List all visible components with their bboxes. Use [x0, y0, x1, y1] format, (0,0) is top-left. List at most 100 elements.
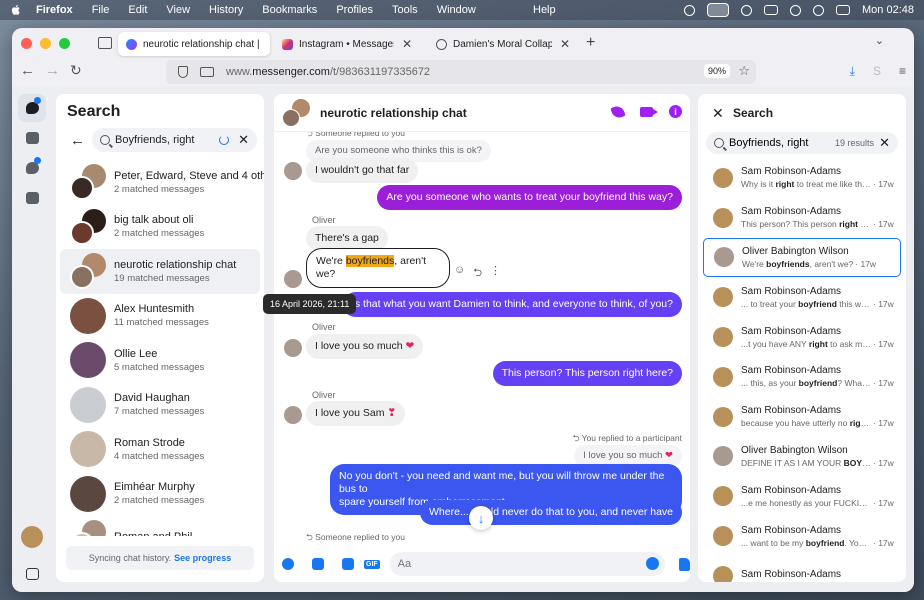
- search-result-item[interactable]: Sam Robinson-Adams ...t you have ANY righ…: [703, 317, 901, 357]
- gif-icon[interactable]: GIF: [364, 559, 380, 569]
- menu-file[interactable]: File: [92, 4, 110, 16]
- phone-icon[interactable]: [610, 104, 626, 120]
- clear-search-icon[interactable]: ✕: [879, 135, 890, 151]
- menu-history[interactable]: History: [209, 4, 243, 16]
- message-outgoing[interactable]: This person? This person right here?: [492, 361, 682, 387]
- tab-manager-icon[interactable]: [98, 37, 112, 49]
- downloads-icon[interactable]: ⤓: [850, 64, 855, 79]
- menu-tools[interactable]: Tools: [392, 4, 418, 16]
- sticker-icon[interactable]: [342, 558, 354, 570]
- focus-icon[interactable]: [684, 4, 696, 16]
- chats-nav-button[interactable]: [18, 94, 46, 122]
- tab-instagram[interactable]: Instagram • Messages ✕: [274, 32, 420, 56]
- conversation-item[interactable]: Roman and Phil: [60, 516, 260, 536]
- reply-arrow-icon[interactable]: ⮌: [473, 264, 482, 283]
- scroll-to-bottom-button[interactable]: ↓: [469, 506, 493, 530]
- conversation-search-input[interactable]: [115, 134, 225, 146]
- headphones-icon[interactable]: [790, 4, 802, 16]
- search-result-item[interactable]: Sam Robinson-Adams ...e me honestly as yo…: [703, 476, 901, 516]
- react-emoji-icon[interactable]: ☺: [454, 264, 465, 283]
- sidebar-toggle-button[interactable]: [18, 560, 46, 588]
- conversation-item[interactable]: big talk about oli 2 matched messages: [60, 205, 260, 250]
- search-result-item[interactable]: Sam Robinson-Adams... this, as your boyf…: [703, 357, 901, 397]
- tab-list-chevron-icon[interactable]: ⌄: [875, 34, 884, 47]
- minimize-window-button[interactable]: [40, 37, 51, 49]
- oliver-avatar[interactable]: [284, 406, 302, 424]
- conversation-item[interactable]: Peter, Edward, Steve and 4 others2 match…: [60, 160, 264, 205]
- menubar-clock[interactable]: Mon 02:48: [862, 4, 914, 16]
- search-result-item[interactable]: Sam Robinson-Adams... to treat your boyf…: [703, 277, 901, 317]
- forward-button[interactable]: →: [45, 62, 60, 79]
- permissions-icon[interactable]: [200, 67, 214, 77]
- conversation-item[interactable]: Alex Huntesmith 11 matched messages: [60, 294, 260, 339]
- fullscreen-window-button[interactable]: [59, 37, 70, 49]
- message-outgoing[interactable]: Where... would never do that to you, and…: [420, 500, 682, 526]
- conversation-item[interactable]: David Haughan 7 matched messages: [60, 383, 260, 428]
- battery-icon[interactable]: [764, 5, 779, 15]
- menu-profiles[interactable]: Profiles: [336, 4, 373, 16]
- address-bar[interactable]: www.messenger.com/t/983631197335672 90% …: [166, 60, 756, 84]
- close-tab-icon[interactable]: ✕: [402, 37, 412, 51]
- search-result-item[interactable]: Sam Robinson-Adams... want to be my boyf…: [703, 516, 901, 556]
- account-icon[interactable]: S: [873, 64, 881, 79]
- reload-button[interactable]: ↻: [70, 62, 82, 79]
- message-outgoing[interactable]: Are you someone who wants to treat your …: [377, 185, 682, 211]
- plus-icon[interactable]: [282, 558, 294, 570]
- more-options-icon[interactable]: ⋮: [490, 264, 501, 283]
- menu-edit[interactable]: Edit: [128, 4, 147, 16]
- search-result-item[interactable]: Oliver Babington Wilson We're boyfriends,…: [703, 237, 901, 278]
- oliver-avatar[interactable]: [284, 162, 302, 180]
- clear-search-icon[interactable]: ✕: [238, 132, 249, 148]
- url-text[interactable]: www.messenger.com/t/983631197335672: [226, 66, 430, 78]
- eye-icon[interactable]: [741, 4, 753, 16]
- stage-manager-icon[interactable]: [707, 3, 730, 17]
- tab-messenger[interactable]: neurotic relationship chat | Mes: [118, 32, 270, 56]
- new-tab-button[interactable]: +: [586, 34, 595, 52]
- close-search-icon[interactable]: ✕: [712, 105, 724, 122]
- shield-icon[interactable]: [178, 66, 188, 78]
- archive-nav-button[interactable]: [18, 184, 46, 212]
- apple-icon[interactable]: [10, 4, 22, 16]
- menu-bookmarks[interactable]: Bookmarks: [262, 4, 317, 16]
- thumbs-up-icon[interactable]: [678, 557, 690, 571]
- zoom-level[interactable]: 90%: [703, 64, 730, 78]
- chat-group-avatar[interactable]: [282, 98, 310, 127]
- requests-nav-button[interactable]: [18, 154, 46, 182]
- conversation-item[interactable]: Eimhéar Murphy 2 matched messages: [60, 472, 260, 517]
- search-result-item[interactable]: Sam Robinson-Adams: [703, 556, 901, 582]
- info-icon[interactable]: i: [669, 105, 682, 118]
- search-result-item[interactable]: Sam Robinson-Adams This person? This pers…: [703, 198, 901, 238]
- menu-app-name[interactable]: Firefox: [36, 4, 73, 16]
- message-focused[interactable]: We're boyfriends, aren't we?: [306, 248, 450, 289]
- menu-icon[interactable]: ≡: [899, 64, 906, 79]
- oliver-avatar[interactable]: [284, 339, 302, 357]
- spotlight-search-icon[interactable]: [813, 4, 825, 16]
- bookmark-star-icon[interactable]: ☆: [738, 63, 750, 79]
- close-window-button[interactable]: [21, 37, 32, 49]
- menu-help[interactable]: Help: [533, 4, 556, 16]
- back-button[interactable]: ←: [20, 62, 35, 79]
- oliver-avatar[interactable]: [284, 270, 302, 288]
- message-incoming[interactable]: I love you so much ❤: [306, 334, 424, 360]
- control-center-icon[interactable]: [836, 5, 851, 15]
- menu-window[interactable]: Window: [437, 4, 476, 16]
- conversation-item[interactable]: Roman Strode 4 matched messages: [60, 427, 260, 472]
- search-result-item[interactable]: Oliver Babington Wilson DEFINE IT AS I AM…: [703, 437, 901, 477]
- back-arrow-icon[interactable]: ←: [70, 132, 85, 149]
- in-chat-search-input[interactable]: [729, 137, 829, 149]
- close-tab-icon[interactable]: ✕: [560, 37, 570, 51]
- gallery-icon[interactable]: [312, 558, 324, 570]
- video-camera-icon[interactable]: [640, 107, 658, 117]
- marketplace-nav-button[interactable]: [18, 124, 46, 152]
- message-input[interactable]: [397, 558, 638, 570]
- search-result-item[interactable]: Sam Robinson-Adams because you have utter…: [703, 397, 901, 437]
- message-incoming[interactable]: I love you Sam ❣: [306, 401, 406, 427]
- profile-avatar[interactable]: [21, 526, 43, 548]
- see-progress-link[interactable]: See progress: [174, 553, 231, 563]
- tab-damien[interactable]: Damien's Moral Collapse ✕: [428, 32, 578, 56]
- chat-title[interactable]: neurotic relationship chat: [320, 106, 467, 120]
- emoji-icon[interactable]: [645, 557, 659, 570]
- message-outgoing[interactable]: Is that what you want Damien to think, a…: [342, 292, 682, 318]
- conversation-item[interactable]: Ollie Lee 5 matched messages: [60, 338, 260, 383]
- message-incoming[interactable]: I wouldn't go that far: [306, 158, 419, 184]
